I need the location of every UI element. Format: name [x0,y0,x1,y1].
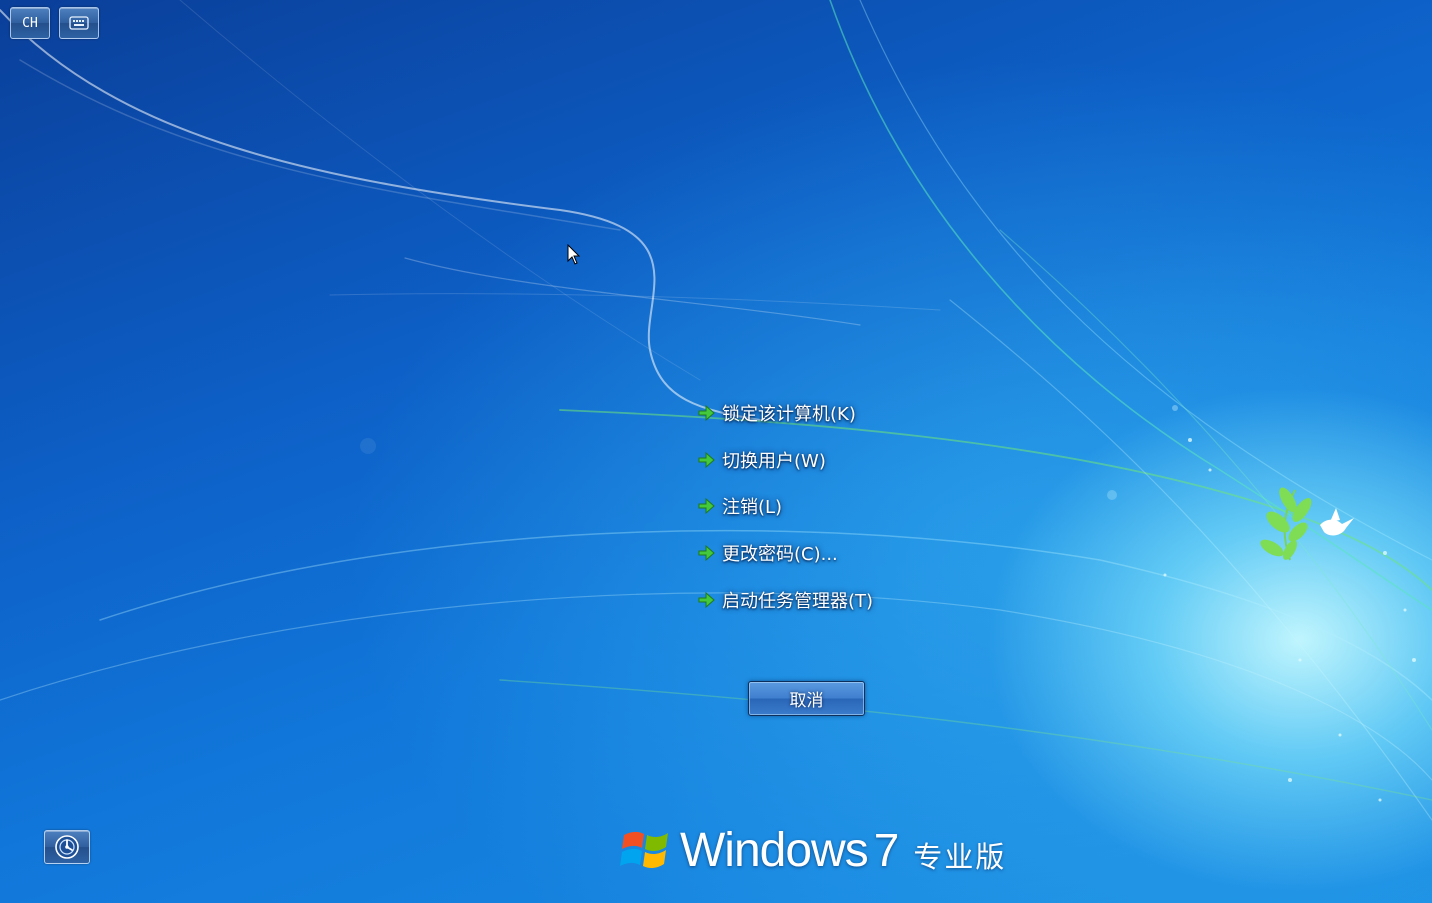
mouse-pointer-icon [567,244,581,265]
brand-edition: 专业版 [913,840,1007,874]
cancel-button[interactable]: 取消 [748,681,865,716]
on-screen-keyboard-button[interactable] [59,7,99,39]
log-off-option[interactable]: 注销(L) [696,491,782,521]
green-arrow-icon [698,544,715,562]
language-label: CH [22,15,38,31]
change-password-option[interactable]: 更改密码(C)... [696,538,838,568]
windows-branding: Windows 7 专业版 [620,820,1006,880]
keyboard-icon [69,16,89,30]
change-password-label: 更改密码(C)... [722,544,838,565]
switch-user-option[interactable]: 切换用户(W) [696,445,826,475]
brand-name: Windows [680,823,869,877]
ease-of-access-button[interactable] [44,830,90,864]
lock-computer-option[interactable]: 锁定该计算机(K) [696,398,856,428]
green-arrow-icon [698,404,715,422]
task-manager-label: 启动任务管理器(T) [722,591,874,612]
bird-and-leaves-art [1260,487,1354,561]
language-button[interactable]: CH [10,7,50,39]
log-off-label: 注销(L) [722,497,783,518]
green-arrow-icon [698,591,715,609]
ease-of-access-icon [55,835,79,859]
switch-user-label: 切换用户(W) [722,451,826,472]
cancel-label: 取消 [789,691,824,711]
brand-version: 7 [873,824,900,876]
green-arrow-icon [698,497,715,515]
task-manager-option[interactable]: 启动任务管理器(T) [696,585,873,615]
lock-computer-label: 锁定该计算机(K) [722,404,856,425]
windows-logo-icon [620,831,668,869]
green-arrow-icon [698,451,715,469]
